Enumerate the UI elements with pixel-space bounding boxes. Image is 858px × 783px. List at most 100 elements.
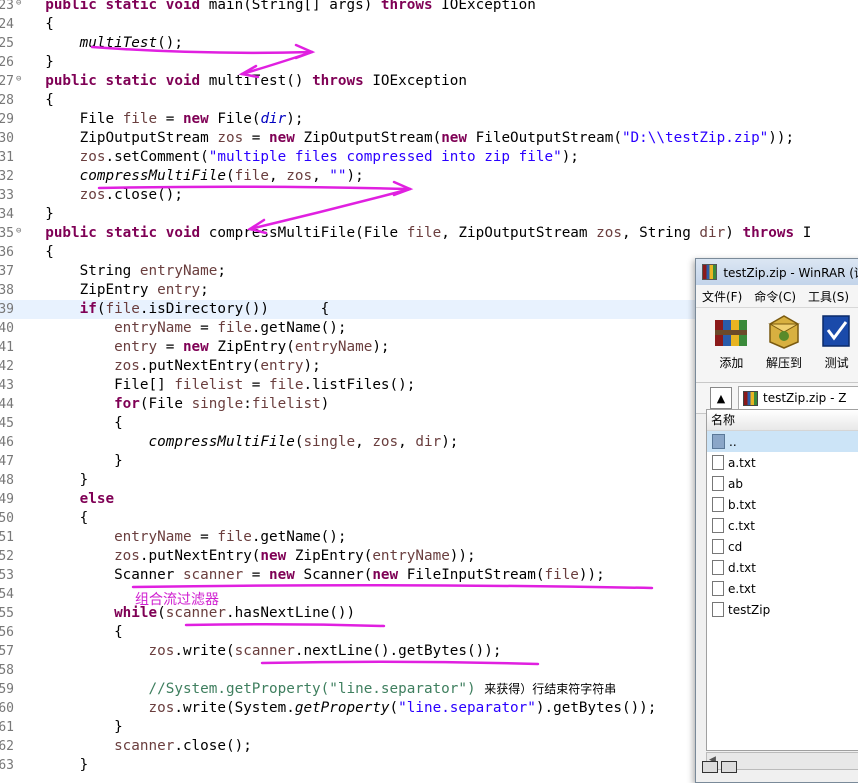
code-text: zos.putNextEntry(new ZipEntry(entryName)… bbox=[114, 548, 476, 564]
code-text: compressMultiFile(file, zos, ""); bbox=[79, 168, 364, 184]
code-line[interactable]: 35 ⊖ public static void compressMultiFile… bbox=[0, 224, 858, 243]
code-text: else bbox=[79, 491, 115, 507]
line-number: 37 bbox=[0, 264, 14, 279]
file-row[interactable]: testZip bbox=[707, 599, 858, 620]
file-name: testZip bbox=[728, 602, 771, 617]
code-text: Scanner scanner = new Scanner(new FileIn… bbox=[28, 567, 605, 583]
menu-file[interactable]: 文件(F) bbox=[702, 288, 742, 305]
winrar-titlebar[interactable]: testZip.zip - WinRAR (评 bbox=[696, 259, 858, 285]
code-text: { bbox=[28, 92, 54, 108]
test-label: 测试 bbox=[824, 356, 849, 370]
extract-to-button[interactable]: 解压到 bbox=[761, 312, 808, 382]
file-list[interactable]: 名称 .. a.txt ab b.txt c.txt cd d.txt e.txt testZi… bbox=[706, 409, 858, 751]
code-line[interactable]: 32 compressMultiFile(file, zos, ""); bbox=[0, 167, 858, 186]
menu-tools[interactable]: 工具(S) bbox=[808, 288, 849, 305]
code-text: entryName = file.getName(); bbox=[114, 529, 347, 545]
test-button[interactable]: 测试 bbox=[813, 312, 858, 382]
fold-toggle-icon[interactable]: ⊖ bbox=[16, 222, 21, 241]
extract-icon bbox=[768, 315, 800, 349]
line-number: 60 bbox=[0, 701, 14, 716]
line-number: 55 bbox=[0, 606, 14, 621]
file-row[interactable]: a.txt bbox=[707, 452, 858, 473]
fold-toggle-icon[interactable]: ⊖ bbox=[16, 0, 21, 13]
code-text: { bbox=[28, 510, 89, 526]
code-line[interactable]: 27 ⊖ public static void multiTest() throw… bbox=[0, 72, 858, 91]
line-number: 56 bbox=[0, 625, 14, 640]
line-number: 59 bbox=[0, 682, 14, 697]
line-number: 49 bbox=[0, 492, 14, 507]
file-name: d.txt bbox=[728, 560, 756, 575]
column-header-name[interactable]: 名称 bbox=[707, 410, 858, 431]
file-icon bbox=[712, 497, 724, 512]
code-text: zos.write(scanner.nextLine().getBytes())… bbox=[148, 643, 502, 659]
code-text: { bbox=[28, 415, 123, 431]
path-box[interactable]: testZip.zip - Z bbox=[738, 386, 858, 410]
up-folder-button[interactable]: ▲ bbox=[710, 387, 732, 409]
file-name: c.txt bbox=[728, 518, 755, 533]
line-number: 32 bbox=[0, 169, 14, 184]
code-text: public static void multiTest() throws IO… bbox=[45, 73, 468, 89]
fold-toggle-icon[interactable]: ⊖ bbox=[16, 70, 21, 89]
code-line[interactable]: 31 zos.setComment("multiple files compre… bbox=[0, 148, 858, 167]
code-line[interactable]: 24 { bbox=[0, 15, 858, 34]
line-number: 26 bbox=[0, 55, 14, 70]
code-line[interactable]: 34 } bbox=[0, 205, 858, 224]
file-name: b.txt bbox=[728, 497, 756, 512]
line-number: 43 bbox=[0, 378, 14, 393]
code-text: { bbox=[28, 16, 54, 32]
line-number: 24 bbox=[0, 17, 14, 32]
line-number: 23 bbox=[0, 0, 14, 13]
code-text: for(File single:filelist) bbox=[114, 396, 330, 412]
code-line[interactable]: 23 ⊖ public static void main(String[] arg… bbox=[0, 0, 858, 15]
line-number: 51 bbox=[0, 530, 14, 545]
line-number: 29 bbox=[0, 112, 14, 127]
line-number: 30 bbox=[0, 131, 14, 146]
code-text: File[] filelist = file.listFiles(); bbox=[28, 377, 416, 393]
file-icon bbox=[712, 539, 724, 554]
code-text: entry = new ZipEntry(entryName); bbox=[114, 339, 390, 355]
file-icon bbox=[712, 560, 724, 575]
code-line[interactable]: 29 File file = new File(dir); bbox=[0, 110, 858, 129]
code-line[interactable]: 25 multiTest(); bbox=[0, 34, 858, 53]
code-line[interactable]: 28 { bbox=[0, 91, 858, 110]
line-number: 25 bbox=[0, 36, 14, 51]
code-text: ZipEntry entry; bbox=[28, 282, 209, 298]
code-line[interactable]: 33 zos.close(); bbox=[0, 186, 858, 205]
file-row[interactable]: b.txt bbox=[707, 494, 858, 515]
line-number: 47 bbox=[0, 454, 14, 469]
file-row[interactable]: .. bbox=[707, 431, 858, 452]
file-row[interactable]: c.txt bbox=[707, 515, 858, 536]
file-row[interactable]: d.txt bbox=[707, 557, 858, 578]
line-number: 27 bbox=[0, 74, 14, 89]
add-label: 添加 bbox=[719, 356, 744, 370]
file-row[interactable]: ab bbox=[707, 473, 858, 494]
add-button[interactable]: 添加 bbox=[708, 312, 755, 382]
annotation-note: 组合流过滤器 bbox=[135, 592, 219, 608]
file-icon bbox=[712, 518, 724, 533]
code-line[interactable]: 30 ZipOutputStream zos = new ZipOutputSt… bbox=[0, 129, 858, 148]
code-text: public static void main(String[] args) t… bbox=[45, 0, 536, 13]
test-icon bbox=[821, 315, 850, 347]
line-number: 36 bbox=[0, 245, 14, 260]
line-number: 35 bbox=[0, 226, 14, 241]
file-name: ab bbox=[728, 476, 743, 491]
winrar-toolbar: 添加 解压到 测试 bbox=[696, 308, 858, 383]
line-number: 40 bbox=[0, 321, 14, 336]
line-number: 53 bbox=[0, 568, 14, 583]
code-text: } bbox=[28, 472, 89, 488]
folder-icon bbox=[712, 434, 725, 449]
code-text: String entryName; bbox=[28, 263, 226, 279]
code-text: ZipOutputStream zos = new ZipOutputStrea… bbox=[28, 130, 795, 146]
line-number: 38 bbox=[0, 283, 14, 298]
menu-command[interactable]: 命令(C) bbox=[754, 288, 796, 305]
code-text: public static void compressMultiFile(Fil… bbox=[45, 225, 812, 241]
file-row[interactable]: cd bbox=[707, 536, 858, 557]
file-row[interactable]: e.txt bbox=[707, 578, 858, 599]
line-number: 63 bbox=[0, 758, 14, 773]
code-text: } bbox=[28, 206, 54, 222]
file-name: e.txt bbox=[728, 581, 756, 596]
code-line[interactable]: 26 } bbox=[0, 53, 858, 72]
line-number: 57 bbox=[0, 644, 14, 659]
key-icon bbox=[721, 761, 737, 773]
winrar-window[interactable]: testZip.zip - WinRAR (评 文件(F) 命令(C) 工具(S… bbox=[695, 258, 858, 783]
